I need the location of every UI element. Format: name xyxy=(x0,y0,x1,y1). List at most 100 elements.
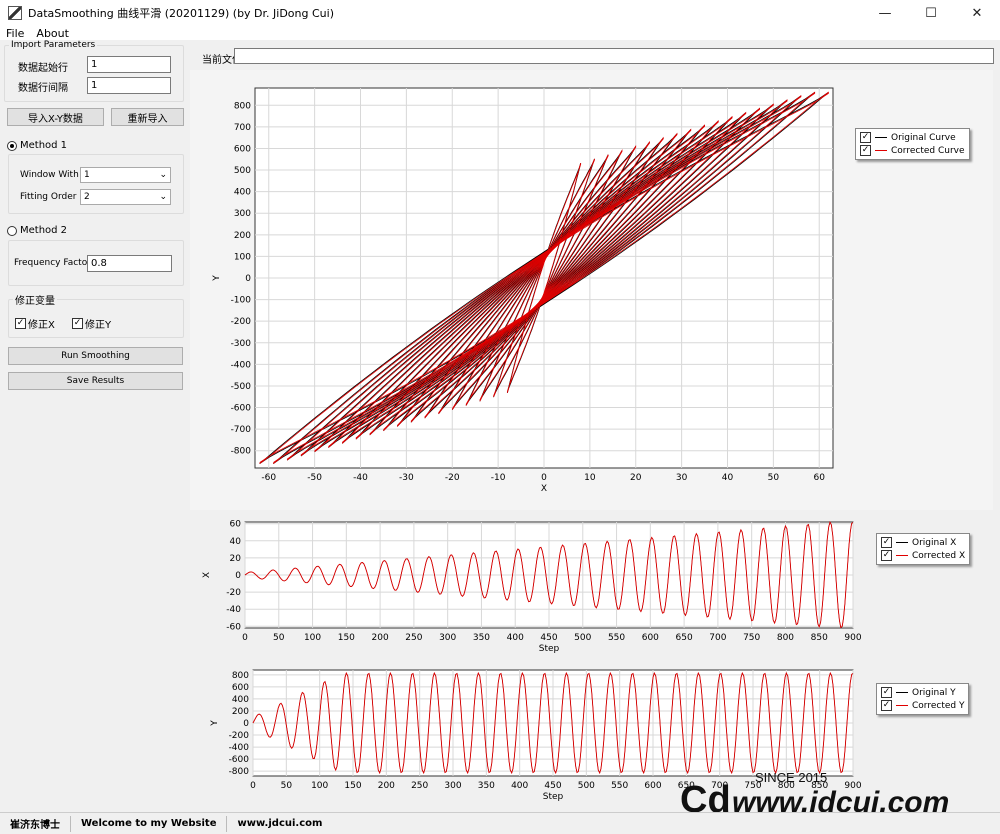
y-tick-label: 400 xyxy=(234,188,251,198)
method1-group xyxy=(8,154,184,214)
y-tick-label: -200 xyxy=(231,317,252,327)
correct-y-label: 修正Y xyxy=(85,320,112,331)
minimize-button[interactable]: — xyxy=(862,0,908,26)
watermark-logo: SINCE 2015 Cd www.jdcui.com xyxy=(680,770,949,821)
x-tick-label: 700 xyxy=(709,633,726,643)
method2-label: Method 2 xyxy=(20,225,68,236)
x-tick-label: 400 xyxy=(507,633,524,643)
close-button[interactable]: ✕ xyxy=(954,0,1000,26)
status-site-link[interactable]: www.jdcui.com xyxy=(227,816,332,832)
legend-corrected-y: Corrected Y xyxy=(912,700,965,711)
y-axis-label: Y xyxy=(212,275,222,282)
method1-label: Method 1 xyxy=(20,140,68,151)
x-tick-label: 750 xyxy=(743,633,760,643)
x-tick-label: -20 xyxy=(445,473,460,483)
correct-y-checkbox[interactable]: ✓ 修正Y xyxy=(72,316,111,331)
x-tick-label: 0 xyxy=(541,473,547,483)
legend-item-corrected-y[interactable]: ✓ Corrected Y xyxy=(881,699,964,712)
x-tick-label: 500 xyxy=(578,781,595,791)
menu-file[interactable]: File xyxy=(0,27,30,40)
watermark: SINCE 2015 Cd www.jdcui.com xyxy=(680,768,1000,821)
y-tick-label: 60 xyxy=(230,520,242,530)
x-tick-label: 550 xyxy=(611,781,628,791)
y-tick-label: 600 xyxy=(232,683,249,693)
check-icon: ✓ xyxy=(860,145,871,156)
window-width-label: Window With xyxy=(20,170,79,180)
y-axis-label: Y xyxy=(210,720,220,727)
x-tick-label: 900 xyxy=(844,633,861,643)
y-tick-label: 200 xyxy=(234,231,251,241)
y-tick-label: -500 xyxy=(231,382,252,392)
x-tick-label: 50 xyxy=(768,473,780,483)
window-width-select[interactable]: 1 ⌄ xyxy=(80,167,171,183)
legend-item-original-curve[interactable]: ✓ Original Curve xyxy=(860,131,965,144)
y-tick-label: 800 xyxy=(232,671,249,681)
x-tick-label: -50 xyxy=(307,473,322,483)
frequency-factor-input[interactable]: 0.8 xyxy=(87,255,172,272)
x-tick-label: 600 xyxy=(644,781,661,791)
x-step-chart: 0 50 100 150 200 250 300 350 400 450 500 550 600 650 7… xyxy=(202,520,862,654)
y-tick-label: 100 xyxy=(234,252,251,262)
check-icon: ✓ xyxy=(881,687,892,698)
x-tick-label: 450 xyxy=(540,633,557,643)
current-file-input[interactable] xyxy=(234,48,994,64)
y-tick-label: -20 xyxy=(226,588,241,598)
y-axis-label: X xyxy=(202,572,212,578)
x-tick-label: -60 xyxy=(261,473,276,483)
y-tick-label: 20 xyxy=(230,554,242,564)
y-tick-label: 300 xyxy=(234,209,251,219)
method2-radio[interactable]: Method 2 xyxy=(7,225,67,236)
import-xy-button[interactable]: 导入X-Y数据 xyxy=(7,108,104,126)
check-icon: ✓ xyxy=(860,132,871,143)
y-tick-label: -300 xyxy=(231,339,252,349)
x-tick-label: 200 xyxy=(378,781,395,791)
check-icon: ✓ xyxy=(881,537,892,548)
legend-item-original-y[interactable]: ✓ Original Y xyxy=(881,686,964,699)
menu-about[interactable]: About xyxy=(30,27,75,40)
save-results-button[interactable]: Save Results xyxy=(8,372,183,390)
x-tick-label: 350 xyxy=(473,633,490,643)
x-tick-label: 0 xyxy=(242,633,248,643)
x-tick-label: 10 xyxy=(584,473,596,483)
method1-radio[interactable]: Method 1 xyxy=(7,140,67,151)
control-panel: Import Parameters 数据起始行 1 数据行间隔 1 导入X-Y数… xyxy=(0,40,188,810)
x-tick-label: 0 xyxy=(250,781,256,791)
x-tick-label: 500 xyxy=(574,633,591,643)
window-width-value: 1 xyxy=(84,170,90,180)
x-tick-label: 40 xyxy=(722,473,734,483)
original-line-swatch xyxy=(896,692,908,693)
xy-legend: ✓ Original Curve ✓ Corrected Curve xyxy=(855,128,970,160)
correct-variables-legend: 修正变量 xyxy=(15,296,55,307)
frequency-factor-label: Frequency Factor xyxy=(14,258,91,268)
run-smoothing-button[interactable]: Run Smoothing xyxy=(8,347,183,365)
fitting-order-select[interactable]: 2 ⌄ xyxy=(80,189,171,205)
x-tick-label: -10 xyxy=(491,473,506,483)
maximize-button[interactable]: ☐ xyxy=(908,0,954,26)
corrected-line-swatch xyxy=(875,150,887,151)
x-tick-label: -40 xyxy=(353,473,368,483)
start-row-label: 数据起始行 xyxy=(18,63,68,74)
y-tick-label: 500 xyxy=(234,166,251,176)
y-tick-label: -600 xyxy=(229,755,250,765)
y-tick-label: -700 xyxy=(231,425,252,435)
xy-plot-panel: -60 -50 -40 -30 -20 -10 0 10 20 30 40 50 60 800 700 600… xyxy=(190,70,993,510)
x-tick-label: 300 xyxy=(439,633,456,643)
x-tick-label: 400 xyxy=(511,781,528,791)
x-tick-label: -30 xyxy=(399,473,414,483)
chevron-down-icon: ⌄ xyxy=(159,170,167,180)
status-welcome: Welcome to my Website xyxy=(71,815,228,832)
correct-x-checkbox[interactable]: ✓ 修正X xyxy=(15,316,55,331)
y-tick-label: -60 xyxy=(226,622,241,632)
legend-item-original-x[interactable]: ✓ Original X xyxy=(881,536,965,549)
x-axis-label: X xyxy=(541,484,547,494)
chevron-down-icon: ⌄ xyxy=(159,192,167,202)
legend-original-curve: Original Curve xyxy=(891,132,956,143)
legend-original-y: Original Y xyxy=(912,687,956,698)
legend-item-corrected-curve[interactable]: ✓ Corrected Curve xyxy=(860,144,965,157)
row-interval-input[interactable]: 1 xyxy=(87,77,171,94)
x-step-plot-panel: 0 50 100 150 200 250 300 350 400 450 500 550 600 650 7… xyxy=(190,514,993,658)
reimport-button[interactable]: 重新导入 xyxy=(111,108,184,126)
start-row-input[interactable]: 1 xyxy=(87,56,171,73)
import-parameters-legend: Import Parameters xyxy=(11,40,96,50)
legend-item-corrected-x[interactable]: ✓ Corrected X xyxy=(881,549,965,562)
